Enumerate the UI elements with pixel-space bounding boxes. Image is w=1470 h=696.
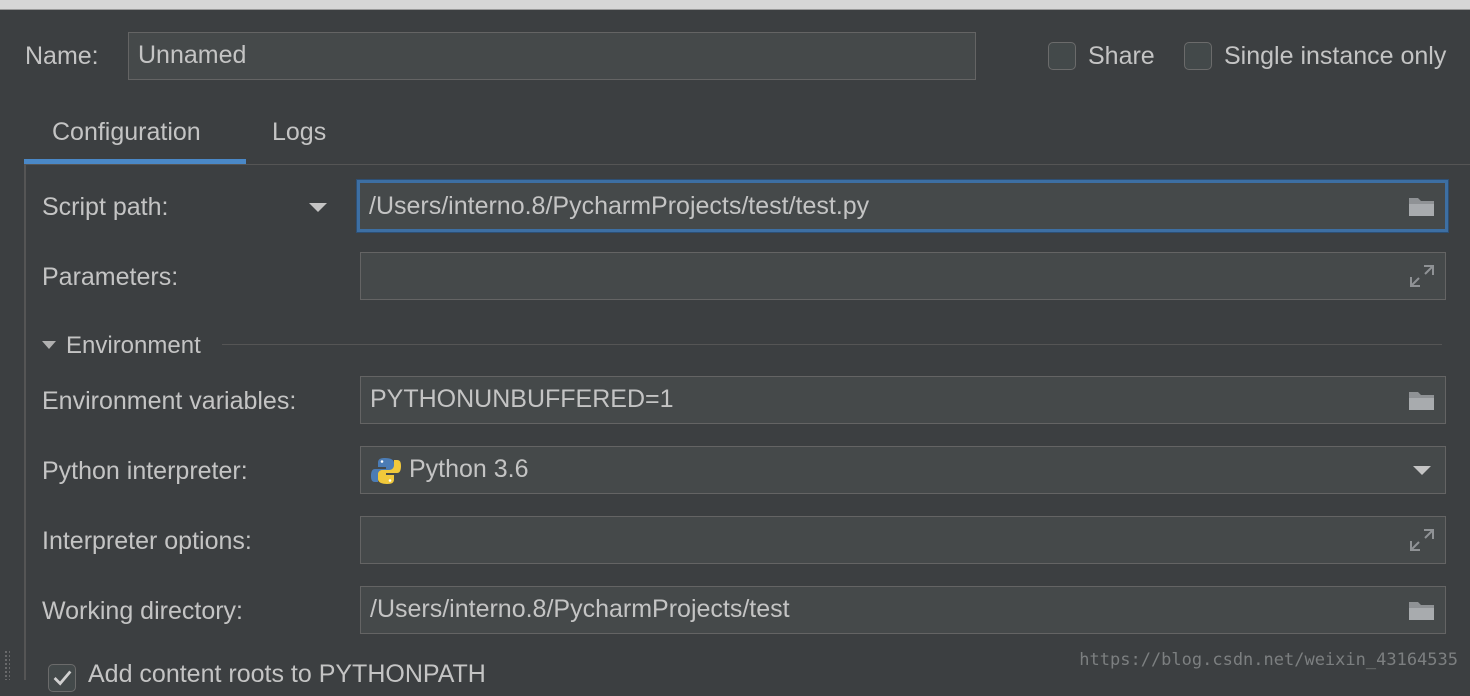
interpreter-value: Python 3.6 [409, 455, 529, 483]
watermark: https://blog.csdn.net/weixin_43164535 [1079, 650, 1458, 670]
working-dir-input[interactable]: /Users/interno.8/PycharmProjects/test [360, 586, 1446, 634]
name-row: Name: Unnamed Share Single instance only [0, 32, 1470, 80]
interpreter-select[interactable]: Python 3.6 [360, 446, 1446, 494]
expand-icon[interactable] [1407, 526, 1437, 554]
interpreter-options-input[interactable] [360, 516, 1446, 564]
folder-icon[interactable] [1407, 192, 1437, 220]
name-label: Name: [25, 42, 99, 70]
resize-grip[interactable] [4, 650, 10, 680]
tab-configuration[interactable]: Configuration [52, 118, 201, 147]
working-dir-label: Working directory: [42, 597, 243, 625]
interpreter-options-label: Interpreter options: [42, 527, 252, 555]
chevron-down-icon[interactable] [1413, 466, 1431, 475]
add-content-roots-checkbox[interactable] [48, 664, 76, 692]
expand-icon[interactable] [1407, 262, 1437, 290]
environment-section-header[interactable]: Environment [42, 332, 1442, 360]
script-path-label: Script path: [42, 193, 169, 221]
environment-header-label: Environment [66, 332, 201, 359]
folder-icon[interactable] [1407, 386, 1437, 414]
parameters-input[interactable] [360, 252, 1446, 300]
working-dir-value: /Users/interno.8/PycharmProjects/test [370, 595, 790, 623]
share-checkbox[interactable] [1048, 42, 1076, 70]
add-content-roots-label[interactable]: Add content roots to PYTHONPATH [88, 660, 486, 689]
env-vars-label: Environment variables: [42, 387, 297, 415]
share-label[interactable]: Share [1088, 42, 1155, 71]
script-type-dropdown-icon[interactable] [309, 203, 327, 212]
tab-logs[interactable]: Logs [272, 118, 326, 147]
folder-icon[interactable] [1407, 596, 1437, 624]
section-divider [222, 344, 1442, 345]
env-vars-value: PYTHONUNBUFFERED=1 [370, 385, 674, 413]
interpreter-label: Python interpreter: [42, 457, 248, 485]
single-instance-checkbox[interactable] [1184, 42, 1212, 70]
name-input[interactable]: Unnamed [128, 32, 976, 80]
window-titlebar [0, 0, 1470, 10]
script-path-value: /Users/interno.8/PycharmProjects/test/te… [369, 192, 870, 220]
env-vars-input[interactable]: PYTHONUNBUFFERED=1 [360, 376, 1446, 424]
python-icon [371, 458, 401, 484]
script-path-input[interactable]: /Users/interno.8/PycharmProjects/test/te… [357, 180, 1448, 232]
parameters-label: Parameters: [42, 263, 179, 291]
checkmark-icon [53, 670, 72, 686]
single-instance-label[interactable]: Single instance only [1224, 42, 1446, 71]
collapse-triangle-icon[interactable] [42, 341, 56, 349]
